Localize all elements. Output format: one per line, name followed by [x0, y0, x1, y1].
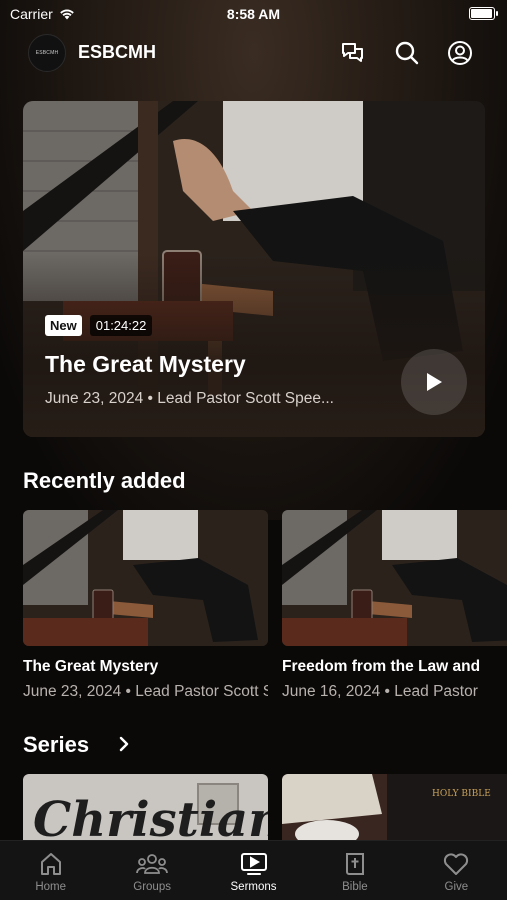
duration-badge: 01:24:22: [89, 315, 153, 336]
app-header: ESBCMH ESBCMH: [0, 30, 507, 76]
tab-label: Bible: [342, 881, 368, 893]
series-artwork: HOLY BIBLE: [282, 774, 507, 844]
church-logo[interactable]: ESBCMH: [28, 34, 66, 72]
heart-icon: [444, 853, 469, 875]
tab-bible[interactable]: Bible: [304, 841, 405, 900]
battery-icon: [469, 7, 498, 20]
groups-icon: [136, 854, 169, 874]
tab-label: Home: [35, 881, 67, 893]
series-artwork: Christian: [23, 774, 268, 844]
battery-level: [471, 9, 492, 18]
featured-sermon-card[interactable]: New 01:24:22 The Great Mystery June 23, …: [23, 101, 485, 437]
chat-icon[interactable]: [339, 39, 367, 67]
tab-sermons[interactable]: Sermons: [203, 841, 304, 900]
play-button[interactable]: [401, 349, 467, 415]
tab-label: Groups: [133, 881, 171, 893]
featured-sermon-title: The Great Mystery: [45, 351, 246, 377]
recent-sermon-card[interactable]: Freedom from the Law and June 16, 2024 •…: [282, 510, 507, 701]
status-time: 8:58 AM: [226, 6, 281, 22]
bible-icon: [345, 853, 364, 875]
tab-bar: Home Groups Sermons Bible Give: [0, 840, 507, 900]
series-card[interactable]: HOLY BIBLE: [282, 774, 507, 844]
series-artwork-text: HOLY BIBLE: [432, 789, 491, 799]
profile-icon[interactable]: [446, 39, 474, 67]
recently-added-heading: Recently added: [23, 468, 186, 493]
sermon-thumbnail: [23, 510, 268, 646]
sermon-meta: June 23, 2024 • Lead Pastor Scott Speer: [23, 683, 268, 700]
status-bar: Carrier 8:58 AM: [0, 0, 507, 30]
series-artwork-text: Christian: [33, 792, 268, 844]
tab-label: Give: [444, 881, 469, 893]
recent-sermon-card[interactable]: The Great Mystery June 23, 2024 • Lead P…: [23, 510, 268, 701]
series-card[interactable]: Christian: [23, 774, 268, 844]
series-heading[interactable]: Series: [23, 732, 89, 758]
play-icon: [427, 373, 442, 391]
home-icon: [40, 853, 61, 875]
tab-give[interactable]: Give: [406, 841, 507, 900]
tab-home[interactable]: Home: [0, 841, 101, 900]
sermons-icon: [240, 853, 267, 875]
new-badge: New: [45, 315, 82, 336]
tab-groups[interactable]: Groups: [101, 841, 202, 900]
featured-sermon-meta: June 23, 2024 • Lead Pastor Scott Spee..…: [45, 390, 334, 407]
sermon-title: Freedom from the Law and: [282, 658, 481, 675]
chevron-right-icon[interactable]: [118, 736, 130, 752]
tab-label: Sermons: [230, 881, 277, 893]
sermon-title: The Great Mystery: [23, 658, 159, 675]
app-title: ESBCMH: [78, 42, 157, 62]
search-icon[interactable]: [393, 39, 421, 67]
sermon-thumbnail: [282, 510, 507, 646]
logo-text: ESBCMH: [35, 50, 59, 56]
sermon-meta: June 16, 2024 • Lead Pastor: [282, 683, 478, 700]
